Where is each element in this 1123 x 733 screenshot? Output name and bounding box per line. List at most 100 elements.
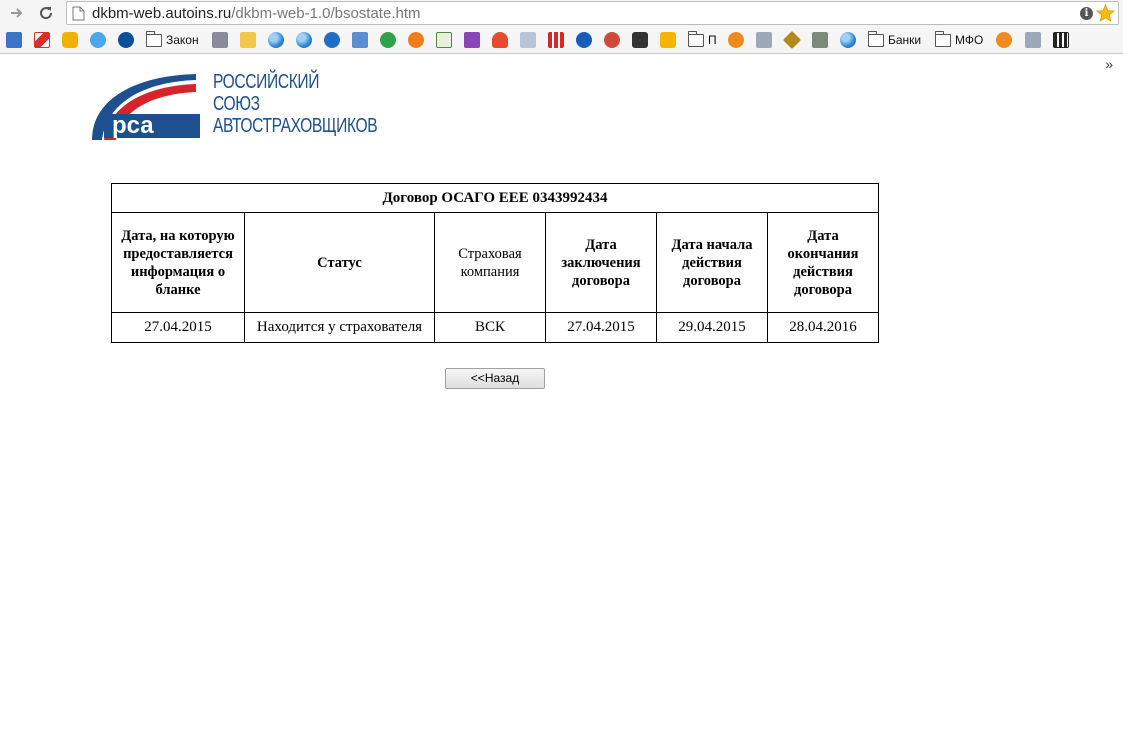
rma-icon — [240, 32, 256, 48]
bookmarks-overflow-button[interactable]: » — [1105, 56, 1113, 72]
url-host: dkbm-web.autoins.ru — [92, 5, 232, 22]
bookmark-folder-mfo[interactable]: МФО — [934, 30, 984, 49]
q-icon — [408, 32, 424, 48]
rsa-emblem: рса — [92, 74, 200, 140]
table-row: 27.04.2015 Находится у страхователя ВСК … — [111, 312, 879, 343]
bookmark-bank-2[interactable] — [996, 31, 1012, 49]
flame-icon — [492, 32, 508, 48]
bookmark-rma[interactable] — [240, 31, 256, 49]
bookmark-folder-zakon[interactable]: Закон — [145, 30, 199, 49]
bookmark-phone[interactable] — [632, 31, 648, 49]
diamond-icon — [782, 30, 802, 50]
header-status: Статус — [244, 212, 435, 313]
hexagon-icon — [464, 32, 480, 48]
info-icon[interactable]: i — [1080, 7, 1093, 20]
bookmark-twitter[interactable] — [90, 31, 106, 49]
url-text: dkbm-web.autoins.ru/dkbm-web-1.0/bsostat… — [92, 5, 421, 22]
bookmark-star-icon[interactable] — [1096, 4, 1115, 23]
reload-button[interactable] — [35, 3, 57, 23]
bookmark-lightning[interactable] — [660, 31, 676, 49]
twitter-bird-icon — [90, 32, 106, 48]
xml-icon — [604, 32, 620, 48]
window-icon — [352, 32, 368, 48]
contract-caption: Договор ОСАГО ЕЕЕ 0343992434 — [111, 183, 879, 213]
address-bar[interactable]: dkbm-web.autoins.ru/dkbm-web-1.0/bsostat… — [66, 1, 1119, 25]
reload-icon — [40, 7, 53, 20]
bookmark-bars[interactable] — [548, 31, 564, 49]
google-plus-icon — [6, 32, 22, 48]
cell-end-date: 28.04.2016 — [767, 312, 879, 343]
bar-chart-icon — [548, 32, 564, 48]
bookmark-mail[interactable] — [62, 31, 78, 49]
bookmark-web-1[interactable] — [268, 31, 284, 49]
cell-info-date: 27.04.2015 — [111, 312, 245, 343]
building-icon — [1025, 32, 1041, 48]
bookmark-mosaic[interactable] — [520, 31, 536, 49]
cell-insurer: ВСК — [434, 312, 546, 343]
arrows-icon — [812, 32, 828, 48]
photo-icon — [212, 32, 228, 48]
bookmark-xml[interactable] — [604, 31, 620, 49]
forward-arrow-icon — [11, 8, 23, 18]
bookmarks-bar: Закон П Банки МФО » — [0, 26, 1123, 72]
sberbank-icon — [380, 32, 396, 48]
bookmark-label: Банки — [888, 33, 922, 47]
forward-button[interactable] — [6, 3, 28, 23]
bookmark-q[interactable] — [408, 31, 424, 49]
bookmark-hexagon[interactable] — [464, 31, 480, 49]
rsa-emblem-text: рса — [112, 112, 154, 139]
bookmark-site[interactable] — [118, 31, 134, 49]
folder-icon — [867, 30, 884, 47]
bookmark-folder-banki[interactable]: Банки — [867, 30, 922, 49]
mail-at-icon — [62, 32, 78, 48]
chart-line-icon — [436, 32, 452, 48]
bookmark-building-2[interactable] — [1025, 31, 1041, 49]
rsa-logo-text: РОССИЙСКИЙ СОЮЗ АВТОСТРАХОВЩИКОВ — [213, 71, 378, 138]
bookmark-sberbank[interactable] — [380, 31, 396, 49]
bookmark-web-2[interactable] — [296, 31, 312, 49]
bookmark-euro[interactable] — [324, 31, 340, 49]
folder-icon — [934, 30, 951, 47]
url-path: /dkbm-web-1.0/bsostate.htm — [231, 5, 421, 22]
bookmark-image[interactable] — [212, 31, 228, 49]
header-info-date: Дата, на которую предоставляется информа… — [111, 212, 245, 313]
logo-line-1: РОССИЙСКИЙ — [213, 71, 320, 93]
header-start-date: Дата начала действия договора — [656, 212, 768, 313]
bookmark-bank-1[interactable] — [728, 31, 744, 49]
bookmark-window[interactable] — [352, 31, 368, 49]
bookmark-building[interactable] — [756, 31, 772, 49]
site-circle-icon — [118, 32, 134, 48]
bookmark-gmail[interactable] — [34, 31, 50, 49]
bookmark-upload[interactable] — [576, 31, 592, 49]
bookmark-folder-p[interactable]: П — [687, 30, 717, 49]
mosaic-icon — [520, 32, 536, 48]
bookmark-diamond[interactable] — [782, 30, 802, 50]
bookmark-flame[interactable] — [492, 31, 508, 49]
columns-icon — [1053, 32, 1069, 48]
bookmark-label: Закон — [166, 33, 199, 47]
bookmark-web-3[interactable] — [840, 31, 856, 49]
rsa-logo: рса РОССИЙСКИЙ СОЮЗ АВТОСТРАХОВЩИКОВ — [90, 72, 380, 142]
header-conclusion-date: Дата заключения договора — [545, 212, 657, 313]
cell-status: Находится у страхователя — [244, 312, 435, 343]
building-icon — [756, 32, 772, 48]
folder-icon — [687, 30, 704, 47]
bookmark-google-plus[interactable] — [6, 31, 22, 49]
lightning-icon — [660, 32, 676, 48]
bookmark-label: МФО — [955, 33, 984, 47]
logo-line-2: СОЮЗ — [213, 93, 260, 115]
back-button[interactable]: <<Назад — [445, 368, 545, 389]
browser-toolbar: dkbm-web.autoins.ru/dkbm-web-1.0/bsostat… — [0, 0, 1123, 26]
bookmark-label: П — [708, 33, 717, 47]
euro-icon — [324, 32, 340, 48]
globe-icon — [268, 32, 284, 48]
cell-start-date: 29.04.2015 — [656, 312, 768, 343]
bank-logo-icon — [996, 32, 1012, 48]
contract-table: Договор ОСАГО ЕЕЕ 0343992434 Дата, на ко… — [111, 183, 879, 343]
cell-conclusion-date: 27.04.2015 — [545, 312, 657, 343]
upload-circle-icon — [576, 32, 592, 48]
bookmark-arrows[interactable] — [812, 31, 828, 49]
bookmark-chart[interactable] — [436, 31, 452, 49]
bank-logo-icon — [728, 32, 744, 48]
bookmark-columns[interactable] — [1053, 31, 1069, 49]
